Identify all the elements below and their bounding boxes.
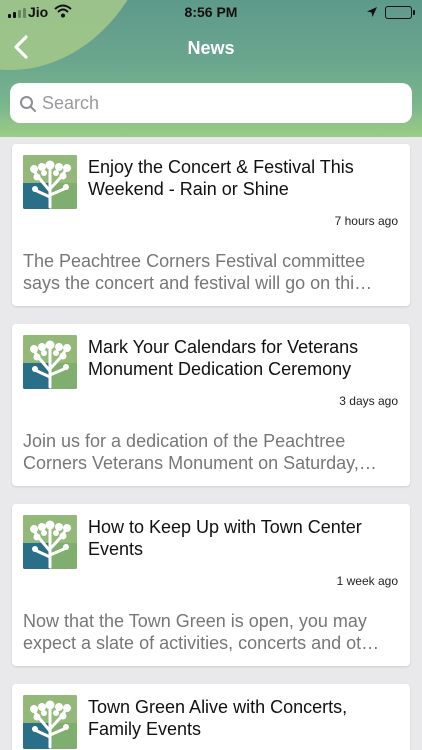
location-arrow-icon [366, 5, 378, 23]
news-card[interactable]: How to Keep Up with Town Center Events 1… [12, 504, 410, 666]
news-time: 7 hours ago [334, 214, 398, 228]
search-icon [19, 95, 37, 118]
news-title: Mark Your Calendars for Veterans Monumen… [88, 337, 359, 379]
news-card[interactable]: Town Green Alive with Concerts, Family E… [12, 684, 410, 750]
header-bar: Jio 8:56 PM News [0, 0, 422, 137]
status-time: 8:56 PM [184, 4, 238, 20]
news-title: How to Keep Up with Town Center Events [88, 517, 362, 559]
news-time: 3 days ago [339, 394, 398, 408]
tree-logo-icon [23, 155, 77, 209]
tree-logo-icon [23, 695, 77, 749]
news-card[interactable]: Enjoy the Concert & Festival This Weeken… [12, 144, 410, 306]
news-card[interactable]: Mark Your Calendars for Veterans Monumen… [12, 324, 410, 486]
search-input[interactable] [42, 89, 402, 117]
search-bar[interactable] [10, 83, 412, 123]
news-title: Town Green Alive with Concerts, Family E… [88, 697, 348, 739]
status-bar: Jio 8:56 PM [0, 0, 422, 26]
news-title: Enjoy the Concert & Festival This Weeken… [88, 157, 354, 199]
tree-logo-icon [23, 335, 77, 389]
battery-icon [385, 6, 415, 19]
tree-logo-icon [23, 515, 77, 569]
news-excerpt: The Peachtree Corners Festival committee… [23, 251, 373, 293]
news-excerpt: Join us for a dedication of the Peachtre… [23, 431, 377, 473]
news-time: 1 week ago [336, 574, 398, 588]
page-title: News [187, 38, 235, 58]
news-excerpt: Now that the Town Green is open, you may… [23, 611, 380, 653]
